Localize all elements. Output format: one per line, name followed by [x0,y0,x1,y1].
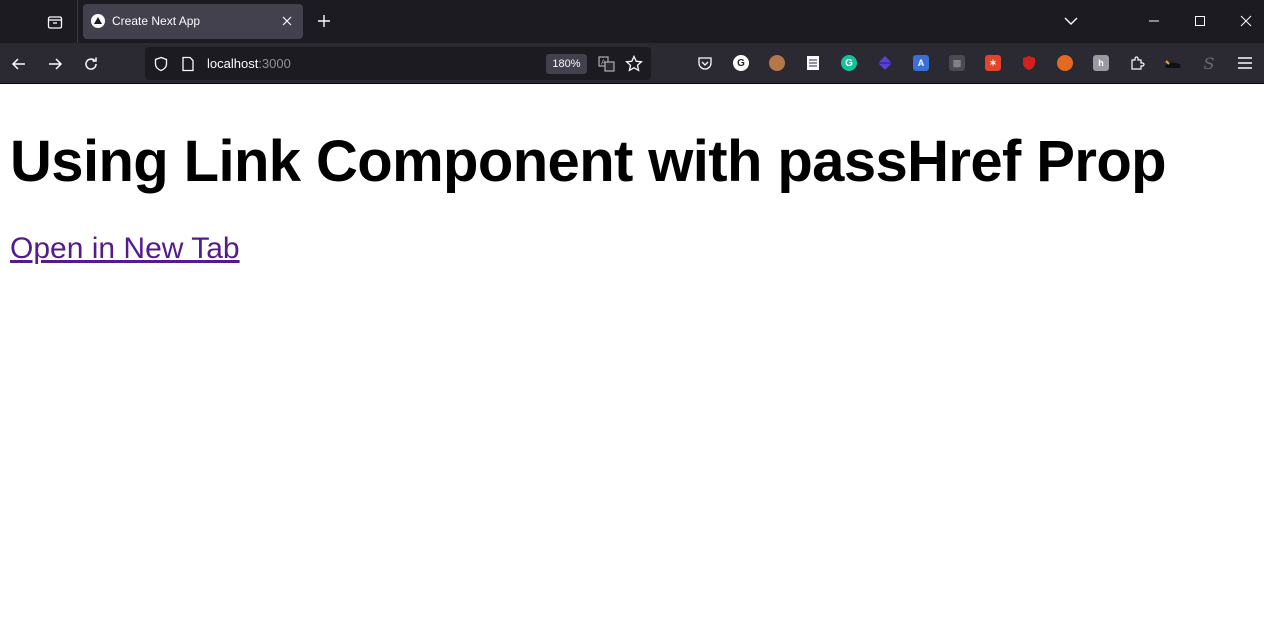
svg-text:A: A [601,59,606,67]
tab-separator [77,0,78,43]
url-host: localhost [207,56,259,71]
grammarly-icon[interactable]: G [839,53,859,73]
page-icon[interactable] [179,55,197,73]
s-extension-glyph: S [1203,53,1215,73]
star-icon[interactable] [624,54,644,74]
tab-strip: Create Next App [0,0,1264,43]
url-text[interactable]: localhost:3000 [207,56,291,71]
cookie-shape [769,55,785,71]
open-in-new-tab-link[interactable]: Open in New Tab [10,232,240,266]
page-viewport: Using Link Component with passHref Prop … [0,84,1264,628]
diamond-extension-icon[interactable] [875,53,895,73]
tab-title: Create Next App [112,14,201,28]
active-tab[interactable]: Create Next App [83,4,303,39]
fox-shape [1057,55,1073,71]
ublock-icon[interactable] [1019,53,1039,73]
window-close-icon[interactable] [1231,6,1261,36]
cookie-icon[interactable] [767,53,787,73]
puzzle-extensions-icon[interactable] [1127,53,1147,73]
address-bar[interactable]: localhost:3000 180% A [145,47,651,80]
minimize-icon[interactable] [1139,6,1169,36]
whale-extension-icon[interactable] [1163,53,1183,73]
forward-arrow-icon[interactable] [42,51,68,77]
reload-icon[interactable] [78,51,104,77]
gray-extension-icon[interactable]: h [1091,53,1111,73]
url-port: :3000 [258,56,291,71]
translate-extension-icon[interactable]: A [911,53,931,73]
g-extension-icon[interactable]: G [731,53,751,73]
new-tab-icon[interactable] [312,9,336,33]
fox-extension-icon[interactable] [1055,53,1075,73]
zoom-level-button[interactable]: 180% [546,54,587,74]
shield-icon[interactable] [152,55,170,73]
tab-list-icon[interactable] [38,6,72,37]
s-extension-icon[interactable]: S [1199,53,1219,73]
pocket-icon[interactable] [695,53,715,73]
back-arrow-icon[interactable] [6,51,32,77]
g-extension-glyph: G [733,55,749,71]
nextjs-favicon-icon [91,14,105,28]
page-heading: Using Link Component with passHref Prop [10,129,1167,194]
notes-icon[interactable] [803,53,823,73]
hamburger-menu-icon[interactable] [1235,53,1255,73]
navigation-toolbar: localhost:3000 180% A G G A ▦ ✶ h S [0,43,1264,84]
translate-icon[interactable]: A [597,54,617,74]
maximize-icon[interactable] [1185,6,1215,36]
chevron-down-icon[interactable] [1056,6,1086,36]
tab-close-icon[interactable] [278,12,296,30]
grid-extension-icon[interactable]: ▦ [947,53,967,73]
red-extension-icon[interactable]: ✶ [983,53,1003,73]
